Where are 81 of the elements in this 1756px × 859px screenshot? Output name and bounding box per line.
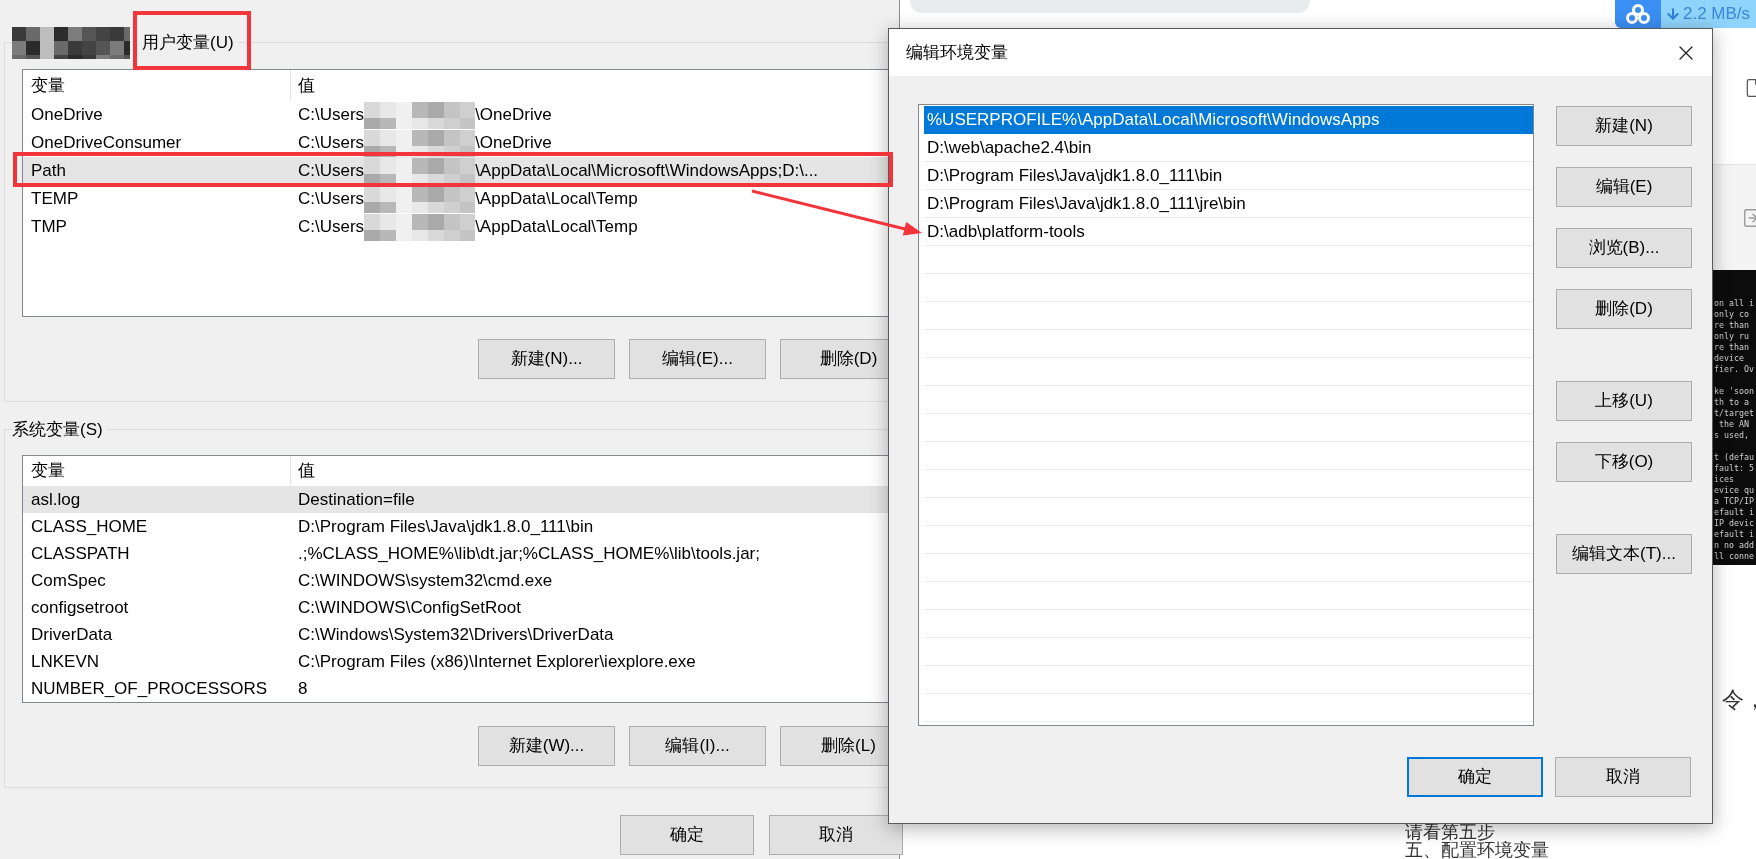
- terminal-line: on all i: [1714, 298, 1755, 309]
- variable-value: 8: [298, 677, 308, 700]
- terminal-line: n no add: [1714, 540, 1755, 551]
- dialog-button[interactable]: 上移(U): [1556, 381, 1692, 421]
- variable-name: OneDrive: [31, 104, 104, 127]
- variable-name: TEMP: [31, 188, 80, 211]
- variable-name: LNKEVN: [31, 650, 101, 673]
- dialog-button[interactable]: 编辑(E): [1556, 167, 1692, 207]
- terminal-line: the AN: [1718, 419, 1750, 430]
- terminal-line: IP devic: [1714, 518, 1755, 529]
- terminal-line: evice qu: [1714, 485, 1755, 496]
- dialog-button[interactable]: 删除(D): [1556, 289, 1692, 329]
- variable-value: C:\Users: [298, 104, 365, 127]
- variable-value: \AppData\Local\Microsoft\WindowsApps;D:\...: [475, 160, 819, 183]
- variable-value: C:\Users: [298, 132, 365, 155]
- variable-value: C:\WINDOWS\system32\cmd.exe: [298, 569, 553, 592]
- terminal-line: t/target: [1714, 408, 1755, 419]
- dialog-button[interactable]: 新建(N)...: [478, 339, 615, 379]
- variable-name: configsetroot: [31, 596, 130, 619]
- path-item[interactable]: D:\adb\platform-tools: [924, 218, 1533, 246]
- dialog-button[interactable]: 新建(N): [1556, 106, 1692, 146]
- variable-name: Path: [31, 160, 67, 183]
- variable-value: .;%CLASS_HOME%\lib\dt.jar;%CLASS_HOME%\lib\tools.jar;: [298, 542, 760, 565]
- group-title: 用户变量(U): [142, 32, 234, 55]
- variable-value: \AppData\Local\Temp: [475, 188, 638, 211]
- dialog-button[interactable]: 取消: [1555, 757, 1691, 797]
- terminal-line: only ru: [1714, 331, 1750, 342]
- variable-name: DriverData: [31, 623, 114, 646]
- terminal-line: th to a: [1714, 397, 1750, 408]
- terminal-line: ke 'soon: [1714, 386, 1755, 397]
- dialog-button[interactable]: 浏览(B)...: [1556, 228, 1692, 268]
- dialog-title: 编辑环境变量: [906, 41, 1008, 64]
- variable-value: \OneDrive: [475, 132, 552, 155]
- dialog-button[interactable]: 确定: [620, 815, 754, 855]
- variable-value: C:\WINDOWS\ConfigSetRoot: [298, 596, 521, 619]
- dialog-button[interactable]: 取消: [769, 815, 903, 855]
- variable-value: C:\Users: [298, 188, 365, 211]
- dialog-button[interactable]: 下移(O): [1556, 442, 1692, 482]
- variable-value: C:\Program Files (x86)\Internet Explorer\iexplore.exe: [298, 650, 696, 673]
- dialog-button[interactable]: 编辑文本(T)...: [1556, 534, 1692, 574]
- variable-name: TMP: [31, 216, 68, 239]
- terminal-line: fault: 5: [1714, 463, 1755, 474]
- terminal-line: fier. Ov: [1714, 364, 1755, 375]
- terminal-line: efault i: [1714, 507, 1755, 518]
- terminal-line: t (defau: [1714, 452, 1755, 463]
- variable-value: C:\Users: [298, 160, 365, 183]
- path-item[interactable]: %USERPROFILE%\AppData\Local\Microsoft\WindowsApps: [924, 106, 1533, 134]
- terminal-line: s used,: [1714, 430, 1750, 441]
- dialog-button[interactable]: 新建(W)...: [478, 726, 615, 766]
- terminal-line: device: [1714, 353, 1745, 364]
- dialog-button[interactable]: 编辑(I)...: [629, 726, 766, 766]
- path-item[interactable]: D:\Program Files\Java\jdk1.8.0_111\bin: [924, 162, 1533, 190]
- variable-value: Destination=file: [298, 488, 415, 511]
- download-speed: 2.2 MB/s: [1683, 3, 1751, 26]
- terminal-line: a TCP/IP: [1714, 496, 1755, 507]
- variable-name: ComSpec: [31, 569, 107, 592]
- variable-name: NUMBER_OF_PROCESSORS: [31, 677, 269, 700]
- download-icon: [1665, 6, 1681, 22]
- terminal-line: ll conne: [1714, 551, 1755, 562]
- article-text: 令，: [1722, 687, 1756, 712]
- terminal-line: efault i: [1714, 529, 1755, 540]
- dialog-button[interactable]: 编辑(E)...: [629, 339, 766, 379]
- variable-name: CLASS_HOME: [31, 515, 149, 538]
- cloud-logo-icon: [1625, 4, 1651, 24]
- article-text: 请看第五步: [1405, 823, 1495, 841]
- variable-value: C:\Users: [298, 216, 365, 239]
- variable-value: C:\Windows\System32\Drivers\DriverData: [298, 623, 614, 646]
- terminal-line: re than: [1714, 342, 1750, 353]
- variable-value: D:\Program Files\Java\jdk1.8.0_111\bin: [298, 515, 594, 538]
- variable-value: \AppData\Local\Temp: [475, 216, 638, 239]
- variable-name: asl.log: [31, 488, 82, 511]
- terminal-line: only co: [1714, 309, 1750, 320]
- variable-value: \OneDrive: [475, 104, 552, 127]
- variable-name: OneDriveConsumer: [31, 132, 183, 155]
- path-item[interactable]: D:\Program Files\Java\jdk1.8.0_111\jre\bin: [924, 190, 1533, 218]
- path-item[interactable]: D:\web\apache2.4\bin: [924, 134, 1533, 162]
- terminal-line: re than: [1714, 320, 1750, 331]
- dialog-button[interactable]: 确定: [1407, 757, 1543, 797]
- variable-name: CLASSPATH: [31, 542, 131, 565]
- terminal-line: ices: [1714, 474, 1735, 485]
- article-text: 五、配置环境变量: [1405, 841, 1550, 859]
